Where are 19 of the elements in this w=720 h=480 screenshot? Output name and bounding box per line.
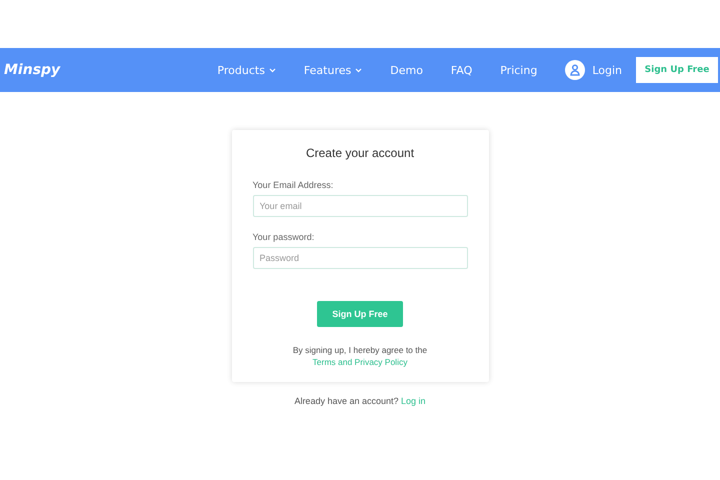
logo[interactable]: Minspy	[4, 62, 60, 78]
nav-link[interactable]: FAQ	[450, 64, 472, 76]
nav-link[interactable]: Features	[304, 64, 362, 76]
login-prompt: Already have an account? Log in	[294, 396, 426, 406]
user-icon	[565, 60, 586, 80]
terms-link[interactable]: Terms and Privacy Policy	[312, 357, 408, 367]
nav-link[interactable]: Pricing	[500, 64, 538, 76]
terms-text: By signing up, I hereby agree to the Terms and Privacy Policy	[292, 344, 428, 368]
nav-link[interactable]: Demo	[390, 64, 423, 76]
input-field[interactable]: Your email	[252, 195, 468, 217]
field-label: Your Email Address:	[252, 180, 334, 190]
login-link[interactable]: Login	[565, 60, 622, 80]
sign-up-button[interactable]: Sign Up Free	[636, 57, 718, 83]
field-label: Your password:	[252, 232, 316, 242]
sign-up-button[interactable]: Sign Up Free	[317, 301, 403, 327]
login-link[interactable]: Log in	[401, 396, 426, 406]
form-title: Create your account	[304, 146, 416, 160]
input-field[interactable]: Password	[252, 247, 468, 269]
nav-link[interactable]: Products	[217, 64, 276, 76]
